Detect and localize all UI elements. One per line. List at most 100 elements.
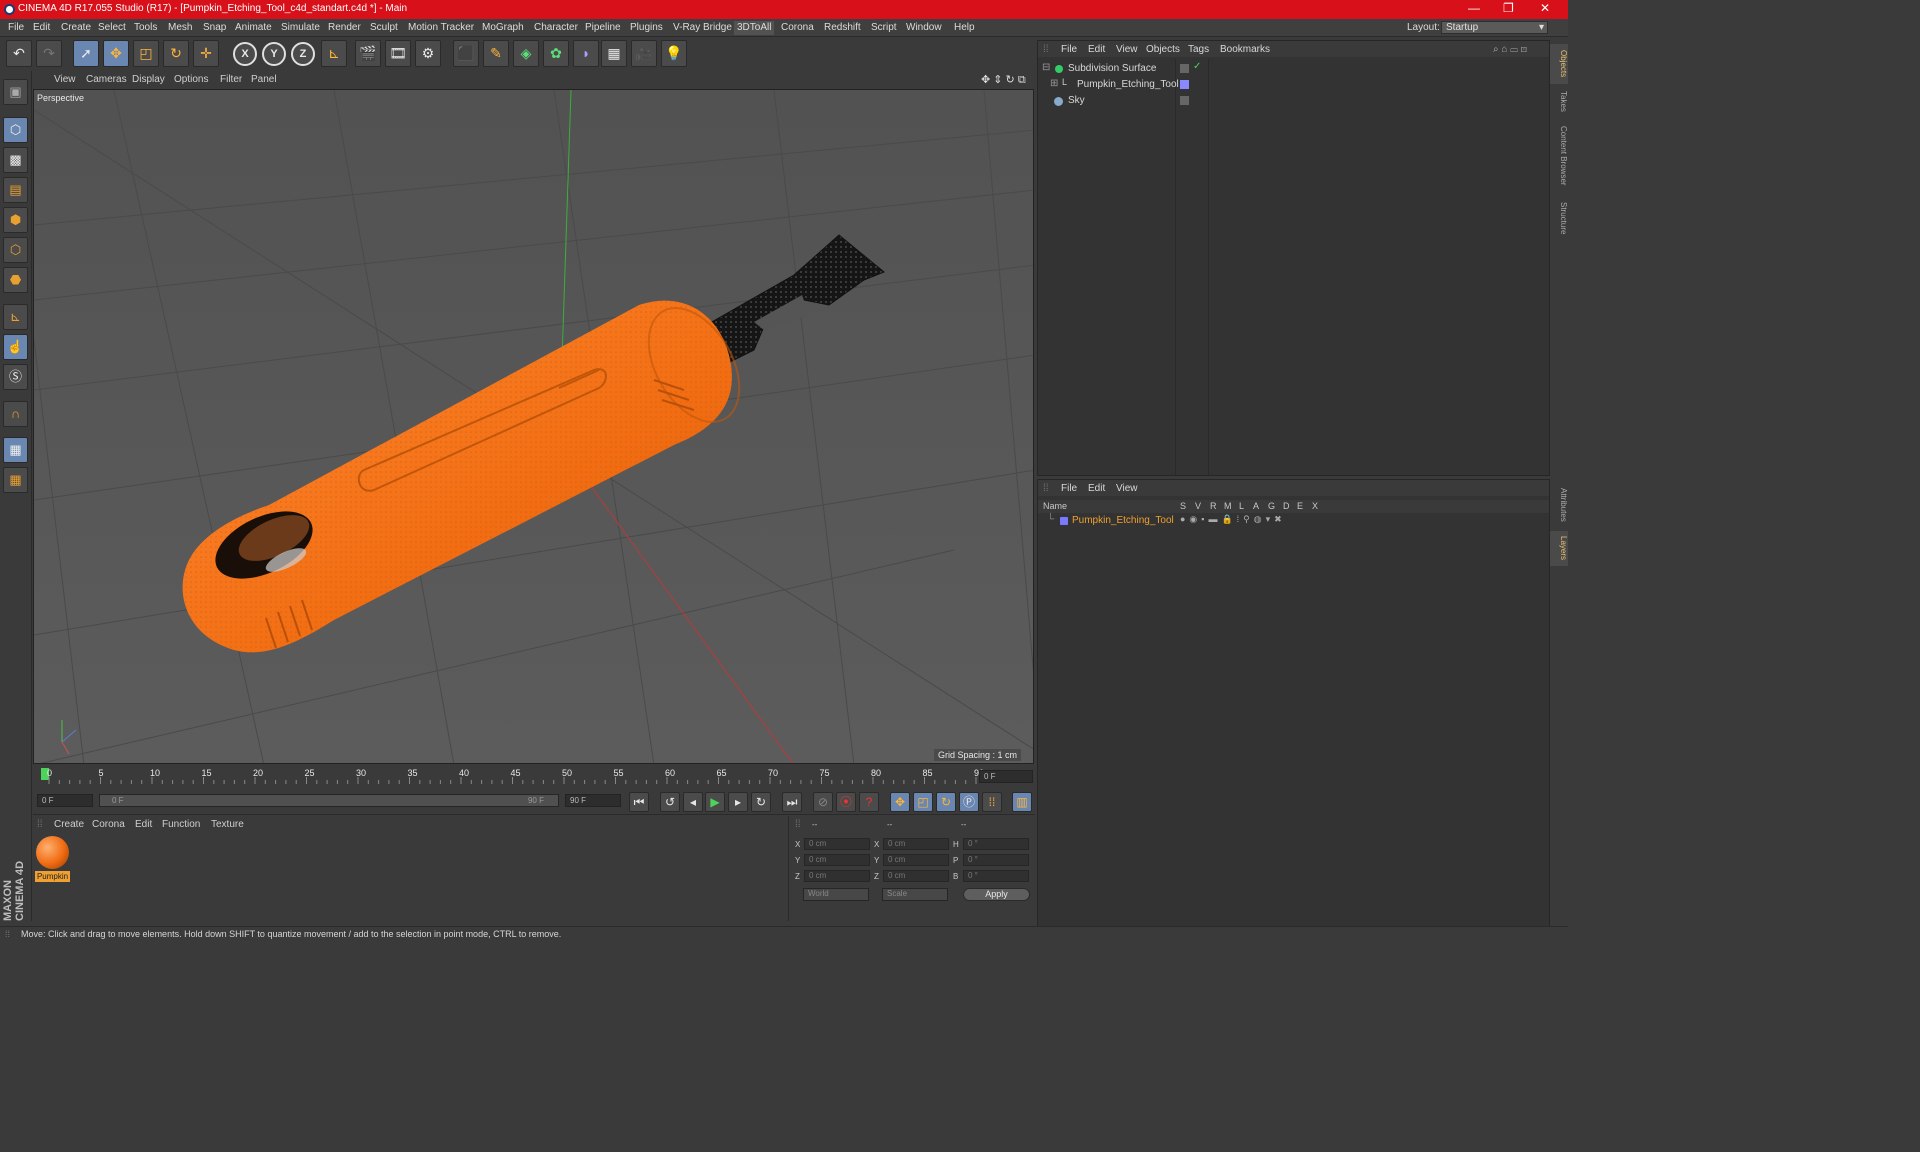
menu-character[interactable]: Character [534,22,578,33]
viewport-menu-options[interactable]: Options [174,74,208,85]
live-selection-tool-icon[interactable]: ➚ [73,40,99,67]
menu-render[interactable]: Render [328,22,361,33]
viewport-navigation-icon[interactable]: ✥ ⇕ ↻ ⧉ [981,73,1026,87]
viewport-menu-cameras[interactable]: Cameras [86,74,127,85]
rotate-tool-icon[interactable]: ↻ [163,40,189,67]
floor-environment-icon[interactable]: ▦ [601,40,627,67]
workplane-lock-icon[interactable]: ▦ [3,437,28,463]
frame-range-slider[interactable]: 0 F 90 F [99,794,559,807]
side-tab-layers[interactable]: Layers [1550,531,1568,566]
menu-simulate[interactable]: Simulate [281,22,320,33]
menu-help[interactable]: Help [954,22,975,33]
menu-corona[interactable]: Corona [781,22,814,33]
material-swatch[interactable]: Pumpkin [35,836,70,882]
key-rotation-icon[interactable]: ↻ [936,792,956,812]
object-row-pumpkin-etching-tool[interactable]: ⊞ L Pumpkin_Etching_Tool [1038,77,1549,93]
scale-tool-icon[interactable]: ◰ [133,40,159,67]
edges-mode-icon[interactable]: ⬡ [3,237,28,263]
layer-menu-view[interactable]: View [1116,483,1138,494]
x-axis-lock-button[interactable]: X [233,42,257,66]
subdivision-generator-icon[interactable]: ◈ [513,40,539,67]
layer-row[interactable]: └ Pumpkin_Etching_Tool ●◉▪▬🔒⁞⚲◍▾✖ [1038,513,1549,529]
key-pla-icon[interactable]: ⁞⁞ [982,792,1002,812]
redo-button[interactable]: ↷ [36,40,62,67]
menu-motion-tracker[interactable]: Motion Tracker [408,22,474,33]
coordinate-system-icon[interactable]: ⊾ [321,40,347,67]
menu-file[interactable]: File [8,22,24,33]
size-mode-dropdown[interactable]: Scale [882,888,948,901]
pos-z-field[interactable]: 0 cm [804,870,870,882]
menu-redshift[interactable]: Redshift [824,22,861,33]
menu-animate[interactable]: Animate [235,22,272,33]
record-keyframe-icon[interactable]: ⦿ [836,792,856,812]
menu-snap[interactable]: Snap [203,22,226,33]
key-scale-icon[interactable]: ◰ [913,792,933,812]
menu-pipeline[interactable]: Pipeline [585,22,621,33]
keyframe-selection-icon[interactable]: ⊘ [813,792,833,812]
size-y-field[interactable]: 0 cm [883,854,949,866]
object-row-sky[interactable]: Sky [1038,93,1549,109]
start-frame-field[interactable]: 0 F [37,794,93,807]
current-frame-field[interactable]: 0 F [979,770,1033,783]
tree-collapse-icon[interactable]: ⊟ [1042,62,1050,73]
rot-h-field[interactable]: 0 ° [963,838,1029,850]
menu-plugins[interactable]: Plugins [630,22,663,33]
menu-select[interactable]: Select [98,22,126,33]
menu-window[interactable]: Window [906,22,942,33]
object-menu-edit[interactable]: Edit [1088,44,1105,55]
restore-button[interactable]: ❐ [1503,1,1514,15]
viewport-menu-panel[interactable]: Panel [251,74,277,85]
layer-menu-file[interactable]: File [1061,483,1077,494]
undo-button[interactable]: ↶ [6,40,32,67]
size-x-field[interactable]: 0 cm [883,838,949,850]
object-menu-view[interactable]: View [1116,44,1138,55]
layer-color-icon[interactable] [1180,80,1189,89]
light-bulb-icon[interactable]: 💡 [661,40,687,67]
3d-viewport[interactable]: Perspective Grid Spacing : 1 cm [33,89,1034,764]
material-menu-edit[interactable]: Edit [135,819,152,830]
layer-menu-edit[interactable]: Edit [1088,483,1105,494]
menu-3dtoall[interactable]: 3DToAll [734,21,775,35]
object-menu-objects[interactable]: Objects [1146,44,1180,55]
menu-edit[interactable]: Edit [33,22,50,33]
pos-x-field[interactable]: 0 cm [804,838,870,850]
coordinate-mode-dropdown[interactable]: World [803,888,869,901]
polygons-mode-icon[interactable]: ⬣ [3,267,28,293]
minimize-button[interactable]: — [1468,1,1480,15]
next-frame-icon[interactable]: ▸ [728,792,748,812]
grid-snap-icon[interactable]: ▦ [3,467,28,493]
goto-end-icon[interactable]: ⏭ [782,792,802,812]
texture-mode-icon[interactable]: ▩ [3,147,28,173]
side-tab-structure[interactable]: Structure [1550,196,1568,241]
snap-icon[interactable]: Ⓢ [3,364,28,390]
pos-y-field[interactable]: 0 cm [804,854,870,866]
viewport-menu-view[interactable]: View [54,74,76,85]
z-axis-lock-button[interactable]: Z [291,42,315,66]
object-row-subdivision-surface[interactable]: ⊟ Subdivision Surface ✓ [1038,61,1549,77]
object-menu-tags[interactable]: Tags [1188,44,1209,55]
layer-toggle-icons[interactable]: ●◉▪▬🔒⁞⚲◍▾✖ [1180,514,1286,525]
menu-tools[interactable]: Tools [134,22,157,33]
key-position-icon[interactable]: ✥ [890,792,910,812]
menu-create[interactable]: Create [61,22,91,33]
magnet-icon[interactable]: ∩ [3,401,28,427]
material-menu-texture[interactable]: Texture [211,819,244,830]
end-frame-field[interactable]: 90 F [565,794,621,807]
viewport-menu-display[interactable]: Display [132,74,165,85]
material-menu-function[interactable]: Function [162,819,200,830]
object-menu-file[interactable]: File [1061,44,1077,55]
tree-expand-icon[interactable]: ⊞ [1050,78,1058,89]
mograph-cloner-icon[interactable]: ✿ [543,40,569,67]
axis-mode-icon[interactable]: ⊾ [3,304,28,330]
autokey-icon[interactable]: ? [859,792,879,812]
y-axis-lock-button[interactable]: Y [262,42,286,66]
object-menu-bookmarks[interactable]: Bookmarks [1220,44,1270,55]
side-tab-objects[interactable]: Objects [1550,44,1568,84]
tweak-mode-icon[interactable]: ☝ [3,334,28,360]
rot-p-field[interactable]: 0 ° [963,854,1029,866]
render-picture-viewer-icon[interactable]: 🎞 [385,40,411,67]
layout-dropdown[interactable]: Startup [1441,21,1548,34]
close-button[interactable]: ✕ [1540,1,1550,15]
recent-tool-icon[interactable]: ✛ [193,40,219,67]
menu-sculpt[interactable]: Sculpt [370,22,398,33]
